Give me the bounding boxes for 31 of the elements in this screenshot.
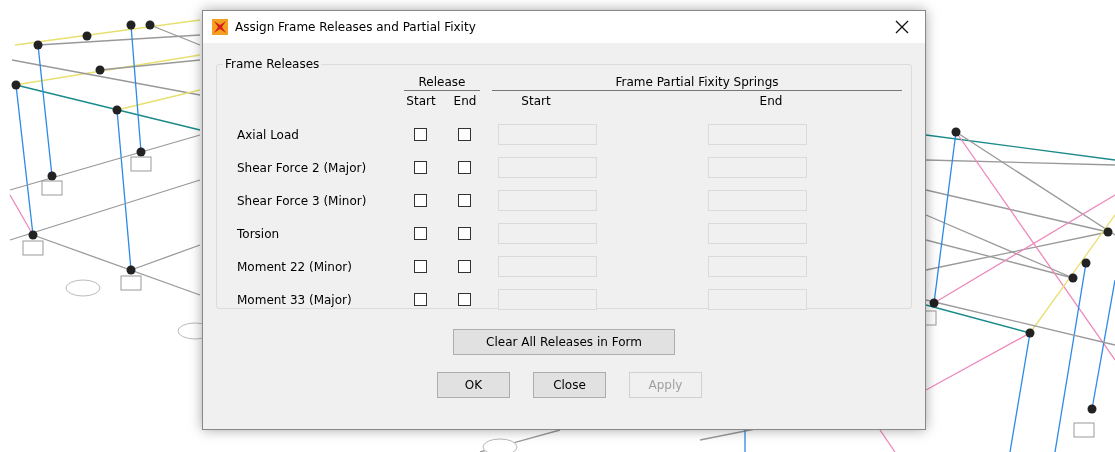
checkbox[interactable] [414,161,427,174]
row-label: Moment 22 (Minor) [237,259,353,274]
column-header: Start [520,94,552,108]
window-title: Assign Frame Releases and Partial Fixity [235,20,477,34]
dialog-button[interactable]: OK [437,372,510,398]
checkbox[interactable] [414,293,427,306]
row-label: Shear Force 2 (Major) [237,160,368,175]
dialog-button[interactable]: Close [533,372,606,398]
app-icon [211,18,229,36]
checkbox[interactable] [458,128,471,141]
clear-releases-button[interactable]: Clear All Releases in Form [453,329,675,355]
row-label: Moment 33 (Major) [237,292,353,307]
checkbox[interactable] [414,128,427,141]
column-header: Frame Partial Fixity Springs [492,75,902,91]
column-header: End [452,94,478,108]
close-icon [895,20,909,34]
checkbox[interactable] [458,161,471,174]
group-title: Frame Releases [224,57,321,71]
checkbox[interactable] [458,194,471,207]
row-label: Axial Load [237,127,300,142]
checkbox[interactable] [414,260,427,273]
row-label: Shear Force 3 (Minor) [237,193,368,208]
checkbox[interactable] [458,227,471,240]
column-header: End [758,94,784,108]
checkbox[interactable] [458,293,471,306]
checkbox[interactable] [414,194,427,207]
checkbox[interactable] [414,227,427,240]
checkbox[interactable] [458,260,471,273]
column-header: Release [404,75,480,91]
row-label: Torsion [237,226,281,241]
column-header: Start [405,94,437,108]
